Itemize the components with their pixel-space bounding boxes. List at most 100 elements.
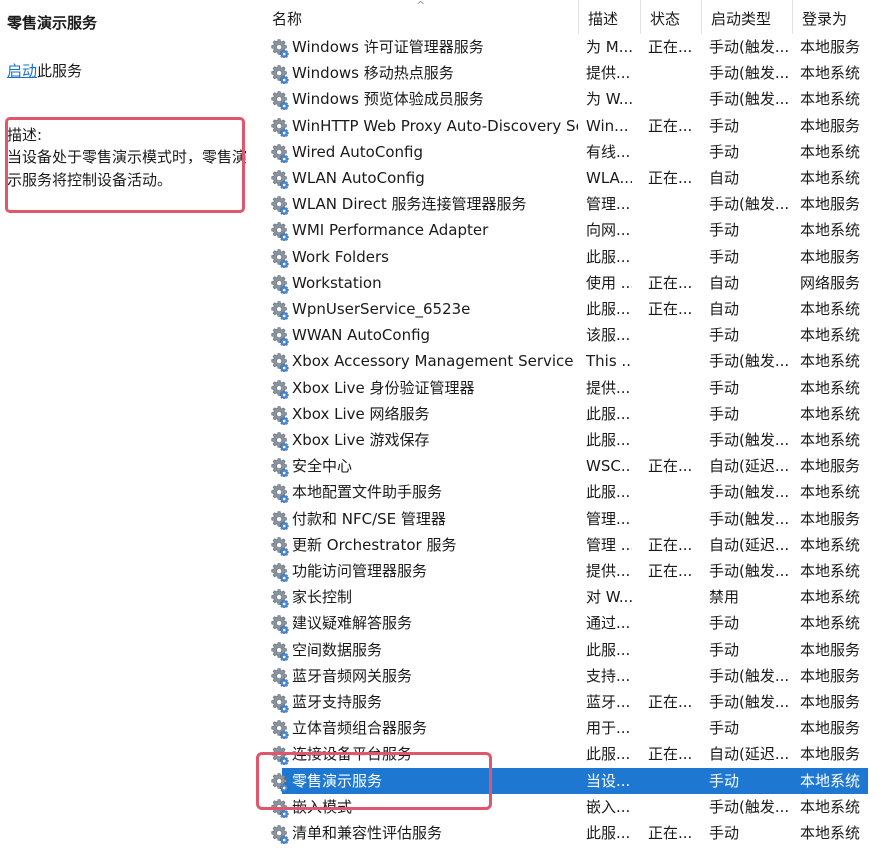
start-service-link[interactable]: 启动 — [7, 62, 37, 80]
service-description: 使用 ... — [586, 273, 632, 292]
table-row[interactable]: Xbox Live 网络服务 此服... 手动 本地系统 — [262, 401, 884, 427]
table-row[interactable]: 建议疑难解答服务 通过... 手动 本地系统 — [262, 610, 884, 636]
service-status: 正在... — [648, 535, 693, 554]
service-name: Xbox Live 游戏保存 — [292, 431, 430, 449]
service-description: 提供... — [586, 562, 631, 580]
service-status — [648, 139, 694, 165]
table-row[interactable]: 更新 Orchestrator 服务 管理 ... 正在... 自动(延迟... 本地系… — [262, 532, 884, 558]
table-row[interactable]: Xbox Live 游戏保存 此服... 手动(触发... 本地系统 — [262, 427, 884, 453]
service-startup-type: 手动 — [709, 142, 740, 161]
table-row[interactable]: WWAN AutoConfig 该服... 手动 本地系统 — [262, 322, 884, 348]
table-row[interactable]: WpnUserService_6523e 此服... 正在... 自动 本地系统 — [262, 296, 884, 322]
table-row[interactable]: WLAN AutoConfig WLA... 正在... 自动 本地系统 — [262, 165, 884, 191]
table-row-selected[interactable]: 零售演示服务 当设... 手动 本地系统 — [262, 767, 884, 794]
service-status — [648, 217, 694, 243]
table-row[interactable]: 清单和兼容性评估服务 此服... 正在... 手动 本地系统 — [262, 820, 884, 846]
table-row[interactable]: Windows 许可证管理器服务 为 M... 正在... 手动(触发... 本地服务 — [262, 34, 884, 60]
table-row[interactable]: 付款和 NFC/SE 管理器 管理... 手动(触发... 本地服务 — [262, 506, 884, 532]
service-gear-icon — [270, 693, 290, 714]
table-row[interactable]: 蓝牙音频网关服务 支持... 手动(触发... 本地服务 — [262, 663, 884, 689]
table-row[interactable]: WLAN Direct 服务连接管理器服务 管理... 手动(触发... 本地服务 — [262, 191, 884, 217]
service-gear-icon — [270, 38, 290, 59]
service-description: 此服... — [586, 483, 631, 502]
service-title: 零售演示服务 — [7, 14, 98, 32]
service-gear-icon — [270, 352, 290, 373]
service-description: 嵌入... — [586, 797, 631, 816]
service-status — [648, 610, 694, 636]
table-row[interactable]: Workstation 使用 ... 正在... 自动 网络服务 — [262, 270, 884, 296]
service-name: 零售演示服务 — [292, 771, 383, 790]
table-row[interactable]: 功能访问管理器服务 提供... 正在... 手动(触发... 本地系统 — [262, 558, 884, 584]
table-row[interactable]: 连接设备平台服务 此服... 正在... 自动(延迟... 本地服务 — [262, 741, 884, 767]
table-row[interactable]: Windows 移动热点服务 提供... 手动(触发... 本地系统 — [262, 60, 884, 86]
service-description: 用于... — [586, 719, 631, 738]
service-status — [648, 506, 694, 532]
service-logon-as: 本地系统 — [800, 90, 861, 109]
services-list: 名称 ^ 描述 状态 启动类型 登录为 Windows 许可证管理器服务 为 M.… — [262, 0, 884, 850]
table-row[interactable]: WinHTTP Web Proxy Auto-Discovery Se... Wi… — [262, 113, 884, 139]
table-row[interactable]: 空间数据服务 此服... 手动 本地服务 — [262, 637, 884, 663]
service-description: 管理... — [586, 195, 631, 214]
service-gear-icon — [270, 719, 290, 740]
sort-ascending-icon: ^ — [416, 0, 426, 12]
table-row[interactable]: Wired AutoConfig 有线... 手动 本地系统 — [262, 139, 884, 165]
service-startup-type: 手动 — [709, 326, 740, 345]
service-description: 有线... — [586, 142, 631, 161]
table-row[interactable]: Xbox Live 身份验证管理器 提供... 手动 本地系统 — [262, 375, 884, 401]
service-gear-icon — [270, 614, 290, 635]
service-name: 清单和兼容性评估服务 — [292, 824, 443, 842]
service-status: 正在... — [648, 745, 693, 764]
table-row[interactable]: 本地配置文件助手服务 此服... 手动(触发... 本地系统 — [262, 479, 884, 505]
service-startup-type: 手动 — [709, 640, 740, 659]
column-header-status[interactable]: 状态 — [640, 0, 701, 34]
service-startup-type: 手动(触发... — [709, 64, 789, 83]
service-description: Win... — [586, 116, 629, 135]
service-gear-icon — [270, 90, 290, 111]
service-startup-type: 手动 — [709, 404, 740, 423]
service-name: 嵌入模式 — [292, 797, 353, 816]
service-status: 正在... — [648, 169, 693, 187]
service-startup-type: 手动(触发... — [709, 509, 789, 528]
service-gear-icon — [270, 195, 290, 216]
service-status — [648, 86, 694, 112]
service-status — [648, 244, 694, 270]
service-logon-as: 本地服务 — [800, 666, 861, 685]
table-row[interactable]: 安全中心 WSC... 正在... 自动(延迟... 本地服务 — [262, 453, 884, 479]
service-startup-type: 手动(触发... — [709, 666, 789, 685]
column-header-startup-type[interactable]: 启动类型 — [701, 0, 792, 34]
service-name: 功能访问管理器服务 — [292, 562, 428, 580]
table-row[interactable]: 嵌入模式 嵌入... 手动(触发... 本地系统 — [262, 794, 884, 820]
service-name: 连接设备平台服务 — [292, 745, 413, 764]
service-gear-icon — [270, 510, 290, 531]
table-row[interactable]: Windows 预览体验成员服务 为 W... 手动(触发... 本地系统 — [262, 86, 884, 112]
service-gear-icon — [270, 405, 290, 426]
service-status: 正在... — [648, 562, 693, 580]
service-name: WLAN Direct 服务连接管理器服务 — [292, 195, 527, 214]
table-row[interactable]: WMI Performance Adapter 向网... 手动 本地系统 — [262, 217, 884, 243]
column-header-logon-as[interactable]: 登录为 — [792, 0, 884, 34]
extended-details-panel: 零售演示服务 启动此服务 描述: 当设备处于零售演示模式时，零售演示服务将控制设… — [0, 0, 258, 850]
service-logon-as: 本地系统 — [800, 483, 861, 502]
service-gear-icon — [270, 221, 290, 242]
service-gear-icon — [270, 798, 290, 819]
service-startup-type: 手动 — [709, 221, 740, 240]
table-row[interactable]: Xbox Accessory Management Service This ..… — [262, 348, 884, 374]
service-gear-icon — [270, 824, 290, 845]
service-name: WpnUserService_6523e — [292, 300, 471, 318]
service-gear-icon — [270, 457, 290, 478]
start-service-line: 启动此服务 — [7, 60, 82, 81]
table-row[interactable]: Work Folders 此服... 手动 本地服务 — [262, 244, 884, 270]
service-logon-as: 本地系统 — [800, 221, 861, 240]
column-header-description[interactable]: 描述 — [578, 0, 640, 34]
service-description: 管理... — [586, 509, 631, 528]
service-status — [648, 191, 694, 217]
table-row[interactable]: 蓝牙支持服务 蓝牙... 正在... 手动(触发... 本地服务 — [262, 689, 884, 715]
service-startup-type: 手动(触发... — [709, 693, 789, 711]
service-description: This ... — [586, 352, 632, 371]
service-name: Xbox Accessory Management Service — [292, 352, 574, 371]
service-gear-icon — [270, 667, 290, 688]
service-startup-type: 手动 — [709, 614, 740, 633]
table-row[interactable]: 立体音频组合器服务 用于... 手动 本地服务 — [262, 715, 884, 741]
table-row[interactable]: 家长控制 对 W... 禁用 本地系统 — [262, 584, 884, 610]
service-description: 管理 ... — [586, 535, 632, 554]
